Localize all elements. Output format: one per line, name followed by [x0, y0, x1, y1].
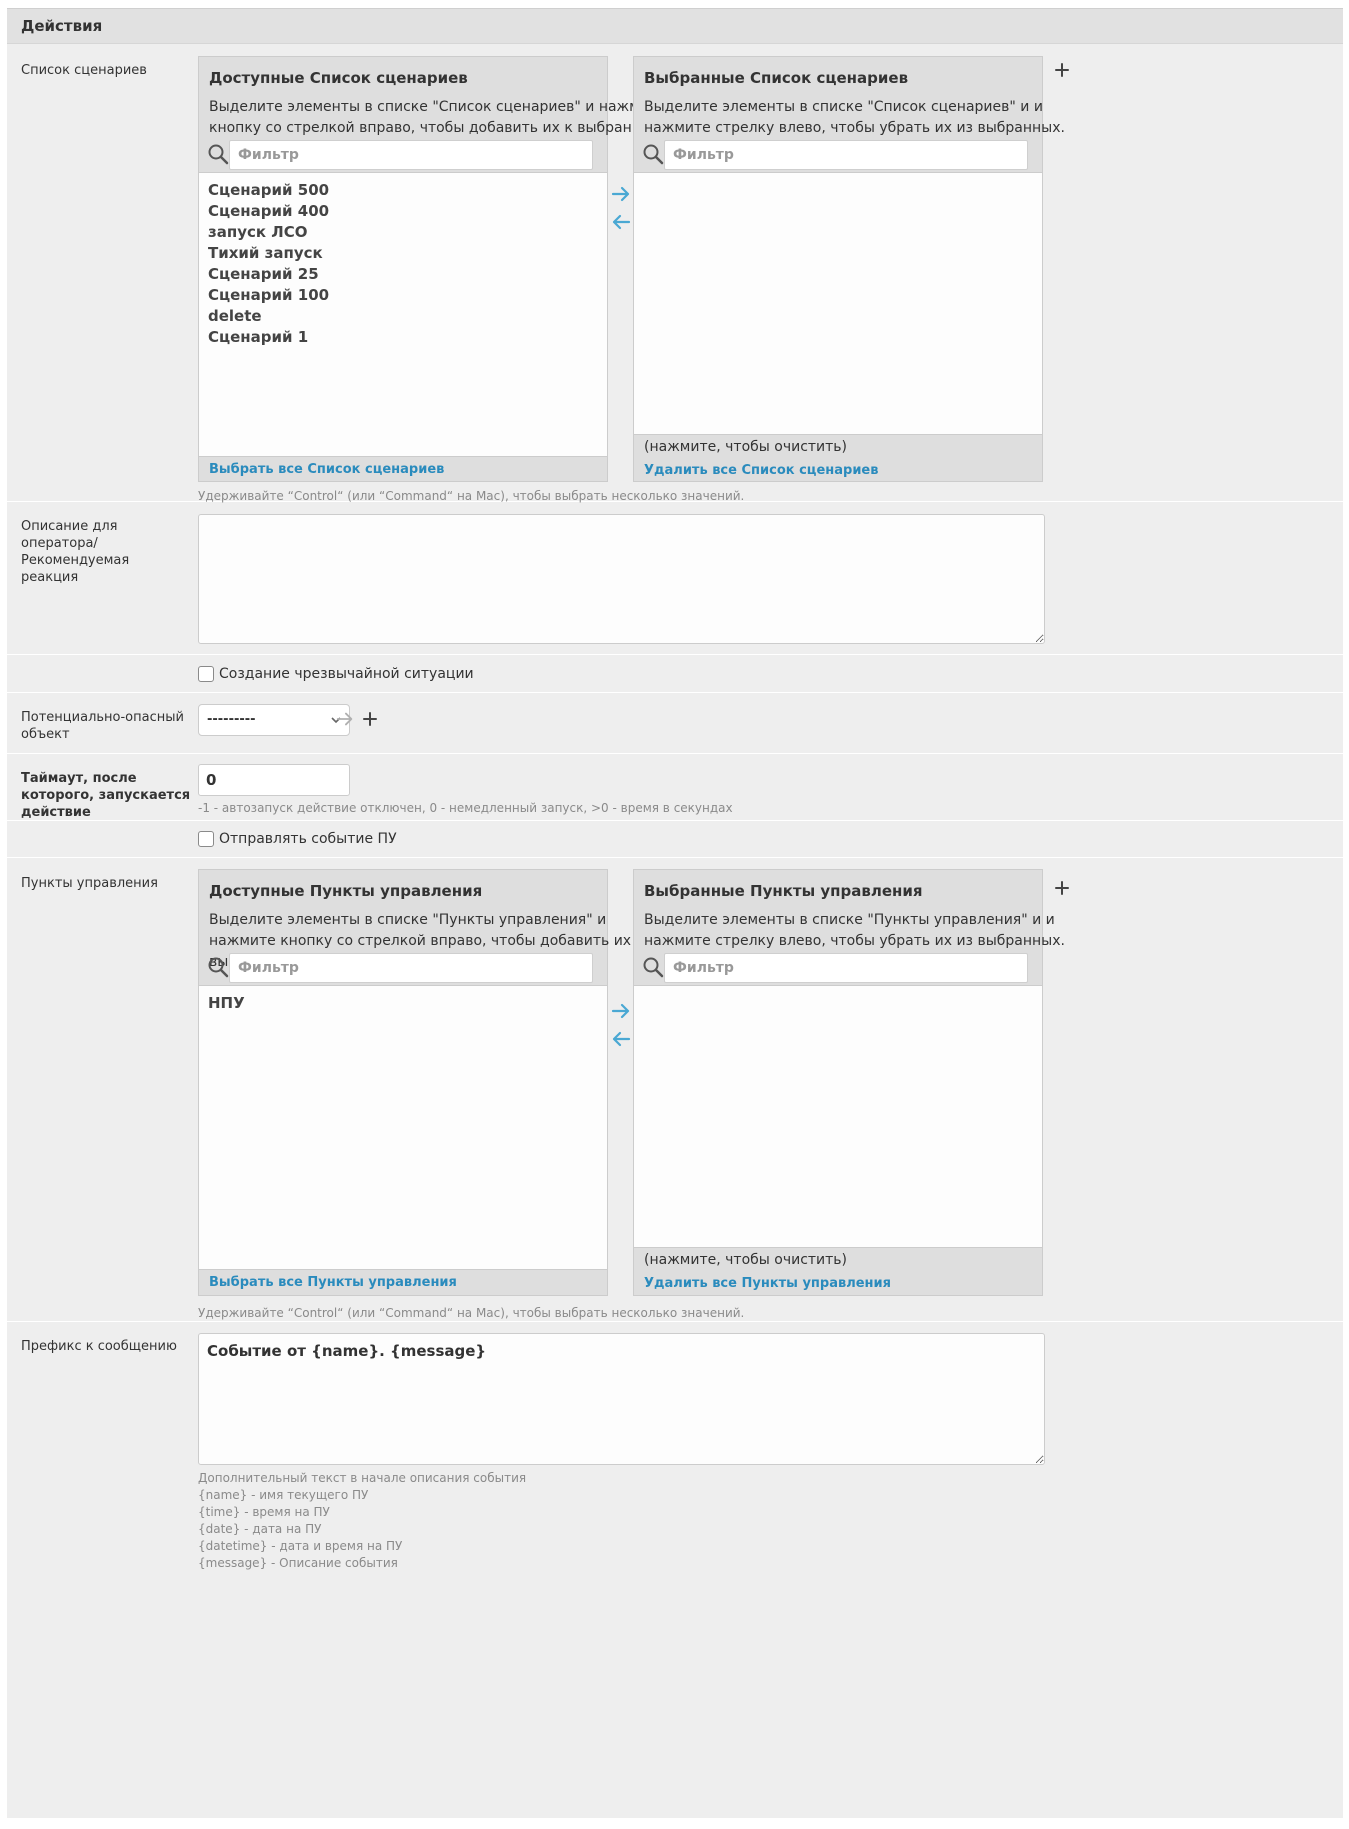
scenarios-available-help: Выделите элементы в списке "Список сцена… — [209, 99, 668, 136]
scenarios-label: Список сценариев — [21, 63, 147, 78]
scenarios-chosen-list[interactable] — [634, 172, 1042, 435]
scenarios-available-title: Доступные Список сценариев — [209, 69, 468, 87]
timeout-label: Таймаут, после которого, запускается дей… — [21, 771, 191, 820]
fieldset-title: Действия — [21, 17, 103, 35]
arrow-right-icon[interactable] — [610, 183, 632, 205]
control-points-remove-all-link[interactable]: Удалить все Пункты управления — [644, 1276, 891, 1291]
control-points-chosen-list[interactable] — [634, 985, 1042, 1248]
scenarios-chosen-filter-input[interactable] — [664, 140, 1028, 170]
change-related-arrow-icon[interactable] — [335, 709, 355, 729]
control-points-available-filter-input[interactable] — [229, 953, 593, 983]
list-item[interactable]: Сценарий 1 — [199, 325, 607, 349]
search-icon — [208, 144, 229, 165]
scenarios-chosen-box: Выбранные Список сценариев Выделите элем… — [633, 56, 1065, 482]
row-prefix: Префикс к сообщению Событие от {name}. {… — [7, 1322, 1343, 1818]
prefix-help-line: {message} - Описание события — [198, 1556, 398, 1570]
operator-description-label: Описание для оператора/ Рекомендуемая ре… — [21, 519, 130, 585]
row-timeout: Таймаут, после которого, запускается дей… — [7, 754, 1343, 821]
prefix-help-line: {datetime} - дата и время на ПУ — [198, 1539, 403, 1553]
control-points-chosen-box: Выбранные Пункты управления Выделите эле… — [633, 869, 1065, 1296]
row-scenarios: Список сценариев Доступные Список сценар… — [7, 44, 1343, 503]
control-points-available-list[interactable]: НПУ — [199, 985, 607, 1270]
fieldset-header: Действия — [7, 8, 1343, 44]
control-points-chosen-help: Выделите элементы в списке "Пункты управ… — [644, 912, 1065, 949]
hazard-object-label: Потенциально-опасный объект — [21, 710, 184, 742]
actions-fieldset: Действия Список сценариев Доступные Спис… — [7, 8, 1343, 1818]
row-send-event: Отправлять событие ПУ — [7, 821, 1343, 858]
control-points-help-text: Удерживайте “Control“ (или “Command“ на … — [198, 1306, 745, 1320]
scenarios-available-box: Доступные Список сценариев Выделите элем… — [198, 56, 667, 482]
hazard-object-select[interactable]: --------- — [198, 704, 350, 736]
scenarios-chosen-title: Выбранные Список сценариев — [644, 69, 909, 87]
search-icon — [643, 957, 664, 978]
control-points-label: Пункты управления — [21, 876, 158, 891]
emergency-checkbox-label: Создание чрезвычайной ситуации — [219, 666, 474, 682]
row-hazard-object: Потенциально-опасный объект --------- — [7, 693, 1343, 754]
arrow-left-icon[interactable] — [610, 211, 632, 233]
control-points-clear-hint[interactable]: (нажмите, чтобы очистить) — [644, 1252, 847, 1268]
scenarios-choose-all-link[interactable]: Выбрать все Список сценариев — [209, 462, 444, 477]
list-item[interactable]: НПУ — [199, 991, 607, 1015]
arrow-left-icon[interactable] — [610, 1028, 632, 1050]
add-scenario-plus-icon[interactable] — [1053, 61, 1071, 79]
scenarios-available-filter-input[interactable] — [229, 140, 593, 170]
search-icon — [643, 144, 664, 165]
send-event-checkbox[interactable] — [198, 831, 214, 847]
prefix-label: Префикс к сообщению — [21, 1339, 177, 1354]
control-points-available-title: Доступные Пункты управления — [209, 882, 483, 900]
control-points-chosen-title: Выбранные Пункты управления — [644, 882, 923, 900]
emergency-checkbox[interactable] — [198, 666, 214, 682]
timeout-input[interactable] — [198, 764, 350, 796]
arrow-right-icon[interactable] — [610, 1000, 632, 1022]
control-points-choose-all-link[interactable]: Выбрать все Пункты управления — [209, 1275, 457, 1290]
prefix-help-line: {date} - дата на ПУ — [198, 1522, 322, 1536]
operator-description-textarea[interactable] — [198, 514, 1045, 644]
hazard-object-selected: --------- — [207, 712, 256, 727]
prefix-textarea[interactable]: Событие от {name}. {message} — [198, 1333, 1045, 1465]
scenarios-remove-all-link[interactable]: Удалить все Список сценариев — [644, 463, 878, 478]
scenarios-available-list[interactable]: Сценарий 500 Сценарий 400 запуск ЛСО Тих… — [199, 172, 607, 457]
row-operator-description: Описание для оператора/ Рекомендуемая ре… — [7, 502, 1343, 655]
scenarios-chosen-help: Выделите элементы в списке "Список сцена… — [644, 99, 1065, 136]
control-points-available-box: Доступные Пункты управления Выделите эле… — [198, 869, 644, 1296]
add-hazard-object-plus-icon[interactable] — [361, 710, 379, 728]
scenarios-clear-hint[interactable]: (нажмите, чтобы очистить) — [644, 439, 847, 455]
prefix-help-line: {time} - время на ПУ — [198, 1505, 330, 1519]
prefix-help-text: Дополнительный текст в начале описания с… — [198, 1470, 526, 1572]
timeout-help-text: -1 - автозапуск действие отключен, 0 - н… — [198, 801, 733, 815]
row-control-points: Пункты управления Доступные Пункты управ… — [7, 858, 1343, 1322]
prefix-help-line: Дополнительный текст в начале описания с… — [198, 1471, 527, 1485]
search-icon — [208, 957, 229, 978]
prefix-help-line: {name} - имя текущего ПУ — [198, 1488, 369, 1502]
send-event-checkbox-label: Отправлять событие ПУ — [219, 831, 397, 847]
row-emergency: Создание чрезвычайной ситуации — [7, 655, 1343, 693]
add-control-point-plus-icon[interactable] — [1053, 879, 1071, 897]
control-points-chosen-filter-input[interactable] — [664, 953, 1028, 983]
